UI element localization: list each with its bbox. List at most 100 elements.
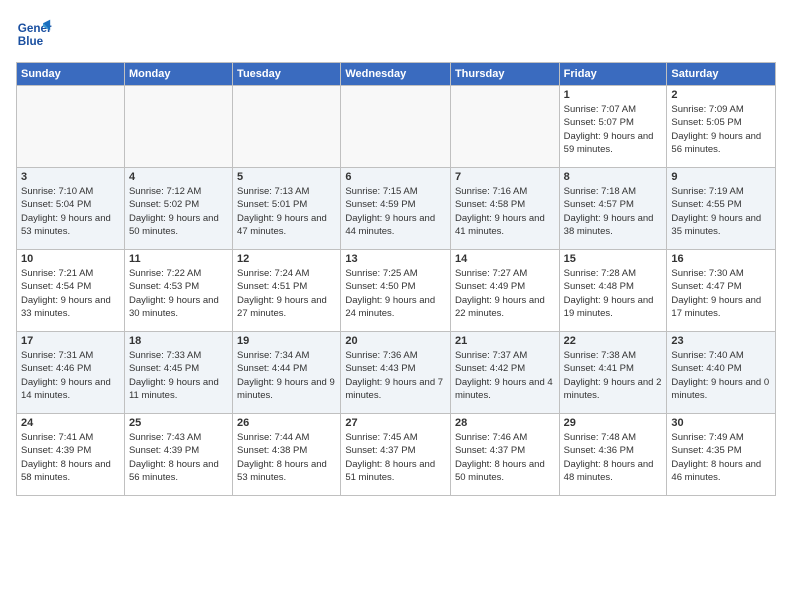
day-number: 20	[345, 335, 446, 347]
calendar-cell: 9 Sunrise: 7:19 AMSunset: 4:55 PMDaylight…	[667, 168, 776, 250]
calendar-cell	[124, 86, 232, 168]
svg-text:Blue: Blue	[18, 35, 44, 48]
day-header-thursday: Thursday	[450, 63, 559, 86]
day-info: Sunrise: 7:36 AMSunset: 4:43 PMDaylight:…	[345, 349, 446, 402]
day-info: Sunrise: 7:48 AMSunset: 4:36 PMDaylight:…	[564, 431, 663, 484]
week-row-2: 3 Sunrise: 7:10 AMSunset: 5:04 PMDaylight…	[17, 168, 776, 250]
calendar-cell: 14 Sunrise: 7:27 AMSunset: 4:49 PMDayligh…	[450, 250, 559, 332]
calendar-cell	[17, 86, 125, 168]
calendar-cell: 27Sunrise: 7:45 AMSunset: 4:37 PMDayligh…	[341, 414, 451, 496]
day-info: Sunrise: 7:21 AMSunset: 4:54 PMDaylight:…	[21, 267, 120, 320]
day-info: Sunrise: 7:09 AMSunset: 5:05 PMDaylight:…	[671, 103, 771, 156]
day-info: Sunrise: 7:19 AMSunset: 4:55 PMDaylight:…	[671, 185, 771, 238]
day-number: 12	[237, 253, 336, 265]
day-info: Sunrise: 7:43 AMSunset: 4:39 PMDaylight:…	[129, 431, 228, 484]
calendar-cell: 6 Sunrise: 7:15 AMSunset: 4:59 PMDaylight…	[341, 168, 451, 250]
day-info: Sunrise: 7:37 AMSunset: 4:42 PMDaylight:…	[455, 349, 555, 402]
day-number: 6	[345, 171, 446, 183]
day-info: Sunrise: 7:07 AMSunset: 5:07 PMDaylight:…	[564, 103, 663, 156]
day-number: 23	[671, 335, 771, 347]
day-number: 29	[564, 417, 663, 429]
week-row-3: 10Sunrise: 7:21 AMSunset: 4:54 PMDayligh…	[17, 250, 776, 332]
calendar-cell: 5 Sunrise: 7:13 AMSunset: 5:01 PMDaylight…	[233, 168, 341, 250]
day-number: 7	[455, 171, 555, 183]
day-header-saturday: Saturday	[667, 63, 776, 86]
day-info: Sunrise: 7:44 AMSunset: 4:38 PMDaylight:…	[237, 431, 336, 484]
day-number: 19	[237, 335, 336, 347]
day-number: 21	[455, 335, 555, 347]
calendar-cell: 18 Sunrise: 7:33 AMSunset: 4:45 PMDayligh…	[124, 332, 232, 414]
calendar-cell: 23 Sunrise: 7:40 AMSunset: 4:40 PMDayligh…	[667, 332, 776, 414]
day-number: 15	[564, 253, 663, 265]
calendar-cell	[341, 86, 451, 168]
calendar-cell: 20 Sunrise: 7:36 AMSunset: 4:43 PMDayligh…	[341, 332, 451, 414]
day-header-wednesday: Wednesday	[341, 63, 451, 86]
day-number: 22	[564, 335, 663, 347]
calendar-cell: 30Sunrise: 7:49 AMSunset: 4:35 PMDayligh…	[667, 414, 776, 496]
day-info: Sunrise: 7:28 AMSunset: 4:48 PMDaylight:…	[564, 267, 663, 320]
header: General Blue	[16, 16, 776, 52]
day-info: Sunrise: 7:18 AMSunset: 4:57 PMDaylight:…	[564, 185, 663, 238]
calendar-cell: 17Sunrise: 7:31 AMSunset: 4:46 PMDayligh…	[17, 332, 125, 414]
day-info: Sunrise: 7:10 AMSunset: 5:04 PMDaylight:…	[21, 185, 120, 238]
week-row-4: 17Sunrise: 7:31 AMSunset: 4:46 PMDayligh…	[17, 332, 776, 414]
day-number: 26	[237, 417, 336, 429]
calendar-cell: 13 Sunrise: 7:25 AMSunset: 4:50 PMDayligh…	[341, 250, 451, 332]
day-info: Sunrise: 7:25 AMSunset: 4:50 PMDaylight:…	[345, 267, 446, 320]
calendar-cell: 19 Sunrise: 7:34 AMSunset: 4:44 PMDayligh…	[233, 332, 341, 414]
calendar-cell: 24 Sunrise: 7:41 AMSunset: 4:39 PMDayligh…	[17, 414, 125, 496]
day-number: 14	[455, 253, 555, 265]
calendar-cell: 21 Sunrise: 7:37 AMSunset: 4:42 PMDayligh…	[450, 332, 559, 414]
day-number: 5	[237, 171, 336, 183]
day-number: 9	[671, 171, 771, 183]
calendar-cell: 15 Sunrise: 7:28 AMSunset: 4:48 PMDayligh…	[559, 250, 667, 332]
day-info: Sunrise: 7:41 AMSunset: 4:39 PMDaylight:…	[21, 431, 120, 484]
day-info: Sunrise: 7:24 AMSunset: 4:51 PMDaylight:…	[237, 267, 336, 320]
day-info: Sunrise: 7:31 AMSunset: 4:46 PMDaylight:…	[21, 349, 120, 402]
day-number: 11	[129, 253, 228, 265]
day-number: 3	[21, 171, 120, 183]
calendar-cell: 29 Sunrise: 7:48 AMSunset: 4:36 PMDayligh…	[559, 414, 667, 496]
calendar-cell: 25 Sunrise: 7:43 AMSunset: 4:39 PMDayligh…	[124, 414, 232, 496]
day-number: 16	[671, 253, 771, 265]
calendar-cell: 28Sunrise: 7:46 AMSunset: 4:37 PMDayligh…	[450, 414, 559, 496]
day-header-tuesday: Tuesday	[233, 63, 341, 86]
day-info: Sunrise: 7:22 AMSunset: 4:53 PMDaylight:…	[129, 267, 228, 320]
day-header-sunday: Sunday	[17, 63, 125, 86]
calendar-cell: 3 Sunrise: 7:10 AMSunset: 5:04 PMDaylight…	[17, 168, 125, 250]
day-info: Sunrise: 7:33 AMSunset: 4:45 PMDaylight:…	[129, 349, 228, 402]
day-header-friday: Friday	[559, 63, 667, 86]
day-number: 8	[564, 171, 663, 183]
day-info: Sunrise: 7:34 AMSunset: 4:44 PMDaylight:…	[237, 349, 336, 402]
calendar-cell: 4 Sunrise: 7:12 AMSunset: 5:02 PMDaylight…	[124, 168, 232, 250]
day-info: Sunrise: 7:13 AMSunset: 5:01 PMDaylight:…	[237, 185, 336, 238]
day-number: 25	[129, 417, 228, 429]
logo-icon: General Blue	[16, 16, 52, 52]
logo: General Blue	[16, 16, 56, 52]
calendar-cell: 2Sunrise: 7:09 AMSunset: 5:05 PMDaylight…	[667, 86, 776, 168]
calendar-cell	[450, 86, 559, 168]
day-info: Sunrise: 7:27 AMSunset: 4:49 PMDaylight:…	[455, 267, 555, 320]
day-info: Sunrise: 7:16 AMSunset: 4:58 PMDaylight:…	[455, 185, 555, 238]
calendar-cell: 16Sunrise: 7:30 AMSunset: 4:47 PMDayligh…	[667, 250, 776, 332]
day-number: 13	[345, 253, 446, 265]
calendar-cell: 7 Sunrise: 7:16 AMSunset: 4:58 PMDaylight…	[450, 168, 559, 250]
calendar-cell: 1Sunrise: 7:07 AMSunset: 5:07 PMDaylight…	[559, 86, 667, 168]
day-number: 18	[129, 335, 228, 347]
day-header-monday: Monday	[124, 63, 232, 86]
day-number: 24	[21, 417, 120, 429]
calendar-table: SundayMondayTuesdayWednesdayThursdayFrid…	[16, 62, 776, 496]
day-info: Sunrise: 7:49 AMSunset: 4:35 PMDaylight:…	[671, 431, 771, 484]
day-number: 27	[345, 417, 446, 429]
week-row-1: 1Sunrise: 7:07 AMSunset: 5:07 PMDaylight…	[17, 86, 776, 168]
day-number: 28	[455, 417, 555, 429]
calendar-cell: 22Sunrise: 7:38 AMSunset: 4:41 PMDayligh…	[559, 332, 667, 414]
calendar-cell: 11 Sunrise: 7:22 AMSunset: 4:53 PMDayligh…	[124, 250, 232, 332]
day-number: 4	[129, 171, 228, 183]
day-info: Sunrise: 7:12 AMSunset: 5:02 PMDaylight:…	[129, 185, 228, 238]
page: General Blue SundayMondayTuesdayWednesda…	[0, 0, 792, 612]
day-info: Sunrise: 7:15 AMSunset: 4:59 PMDaylight:…	[345, 185, 446, 238]
calendar-cell: 26 Sunrise: 7:44 AMSunset: 4:38 PMDayligh…	[233, 414, 341, 496]
week-row-5: 24 Sunrise: 7:41 AMSunset: 4:39 PMDayligh…	[17, 414, 776, 496]
day-info: Sunrise: 7:40 AMSunset: 4:40 PMDaylight:…	[671, 349, 771, 402]
